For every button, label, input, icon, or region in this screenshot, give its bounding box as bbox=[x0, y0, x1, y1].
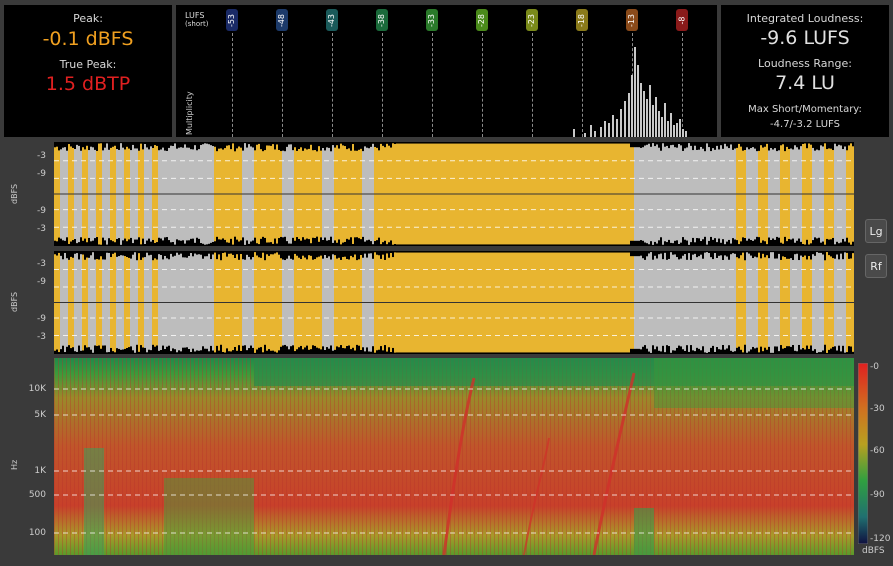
scale-unit: dBFS bbox=[862, 546, 885, 556]
spec-tick-10k: 10K bbox=[28, 384, 46, 394]
waveform-channel-2 bbox=[54, 251, 854, 354]
wf2-axis-title: dBFS bbox=[10, 291, 19, 312]
true-peak-value: 1.5 dBTP bbox=[45, 73, 131, 95]
spec-tick-1k: 1K bbox=[34, 466, 46, 476]
spec-tick-500: 500 bbox=[28, 490, 46, 500]
peak-value: -0.1 dBFS bbox=[42, 28, 134, 50]
scale-tick-60: -60 bbox=[870, 446, 885, 456]
scale-tick-90: -90 bbox=[870, 490, 885, 500]
wf2-tick-top-3: -3 bbox=[37, 259, 46, 269]
spectrogram-color-scale bbox=[858, 363, 868, 544]
wf2-tick-bottom-9: -9 bbox=[37, 314, 46, 324]
spec-axis-title: Hz bbox=[10, 459, 19, 470]
waveform-channel-1 bbox=[54, 142, 854, 246]
max-short-momentary-label: Max Short/Momentary: bbox=[748, 104, 862, 115]
spec-tick-100: 100 bbox=[28, 528, 46, 538]
spec-tick-5k: 5K bbox=[34, 410, 46, 420]
scale-tick-30: -30 bbox=[870, 404, 885, 414]
wf1-tick-bottom-9: -9 bbox=[37, 206, 46, 216]
rectified-button[interactable]: Rf bbox=[865, 254, 887, 278]
loudness-range-label: Loudness Range: bbox=[758, 57, 852, 70]
spectrogram bbox=[54, 358, 854, 555]
loudness-panel: Integrated Loudness: -9.6 LUFS Loudness … bbox=[721, 5, 889, 137]
integrated-loudness-value: -9.6 LUFS bbox=[760, 27, 850, 49]
max-short-momentary-value: -4.7/-3.2 LUFS bbox=[770, 119, 840, 130]
peak-panel: Peak: -0.1 dBFS True Peak: 1.5 dBTP bbox=[4, 5, 172, 137]
log-scale-button[interactable]: Lg bbox=[865, 219, 887, 243]
histogram-bars bbox=[573, 47, 687, 137]
wf1-tick-top-9: -9 bbox=[37, 169, 46, 179]
peak-label: Peak: bbox=[73, 12, 103, 25]
loudness-range-value: 7.4 LU bbox=[775, 72, 835, 94]
loudness-histogram: LUFS (short) Multiplicity -53 -48 -43 -38 -3… bbox=[176, 5, 717, 137]
true-peak-label: True Peak: bbox=[59, 58, 117, 71]
wf2-tick-bottom-3: -3 bbox=[37, 332, 46, 342]
wf2-tick-top-9: -9 bbox=[37, 277, 46, 287]
scale-tick-0: -0 bbox=[870, 362, 879, 372]
wf1-tick-top-3: -3 bbox=[37, 151, 46, 161]
scale-tick-120: -120 bbox=[870, 534, 891, 544]
wf1-axis-title: dBFS bbox=[10, 183, 19, 204]
wf1-tick-bottom-3: -3 bbox=[37, 224, 46, 234]
integrated-loudness-label: Integrated Loudness: bbox=[746, 12, 864, 25]
